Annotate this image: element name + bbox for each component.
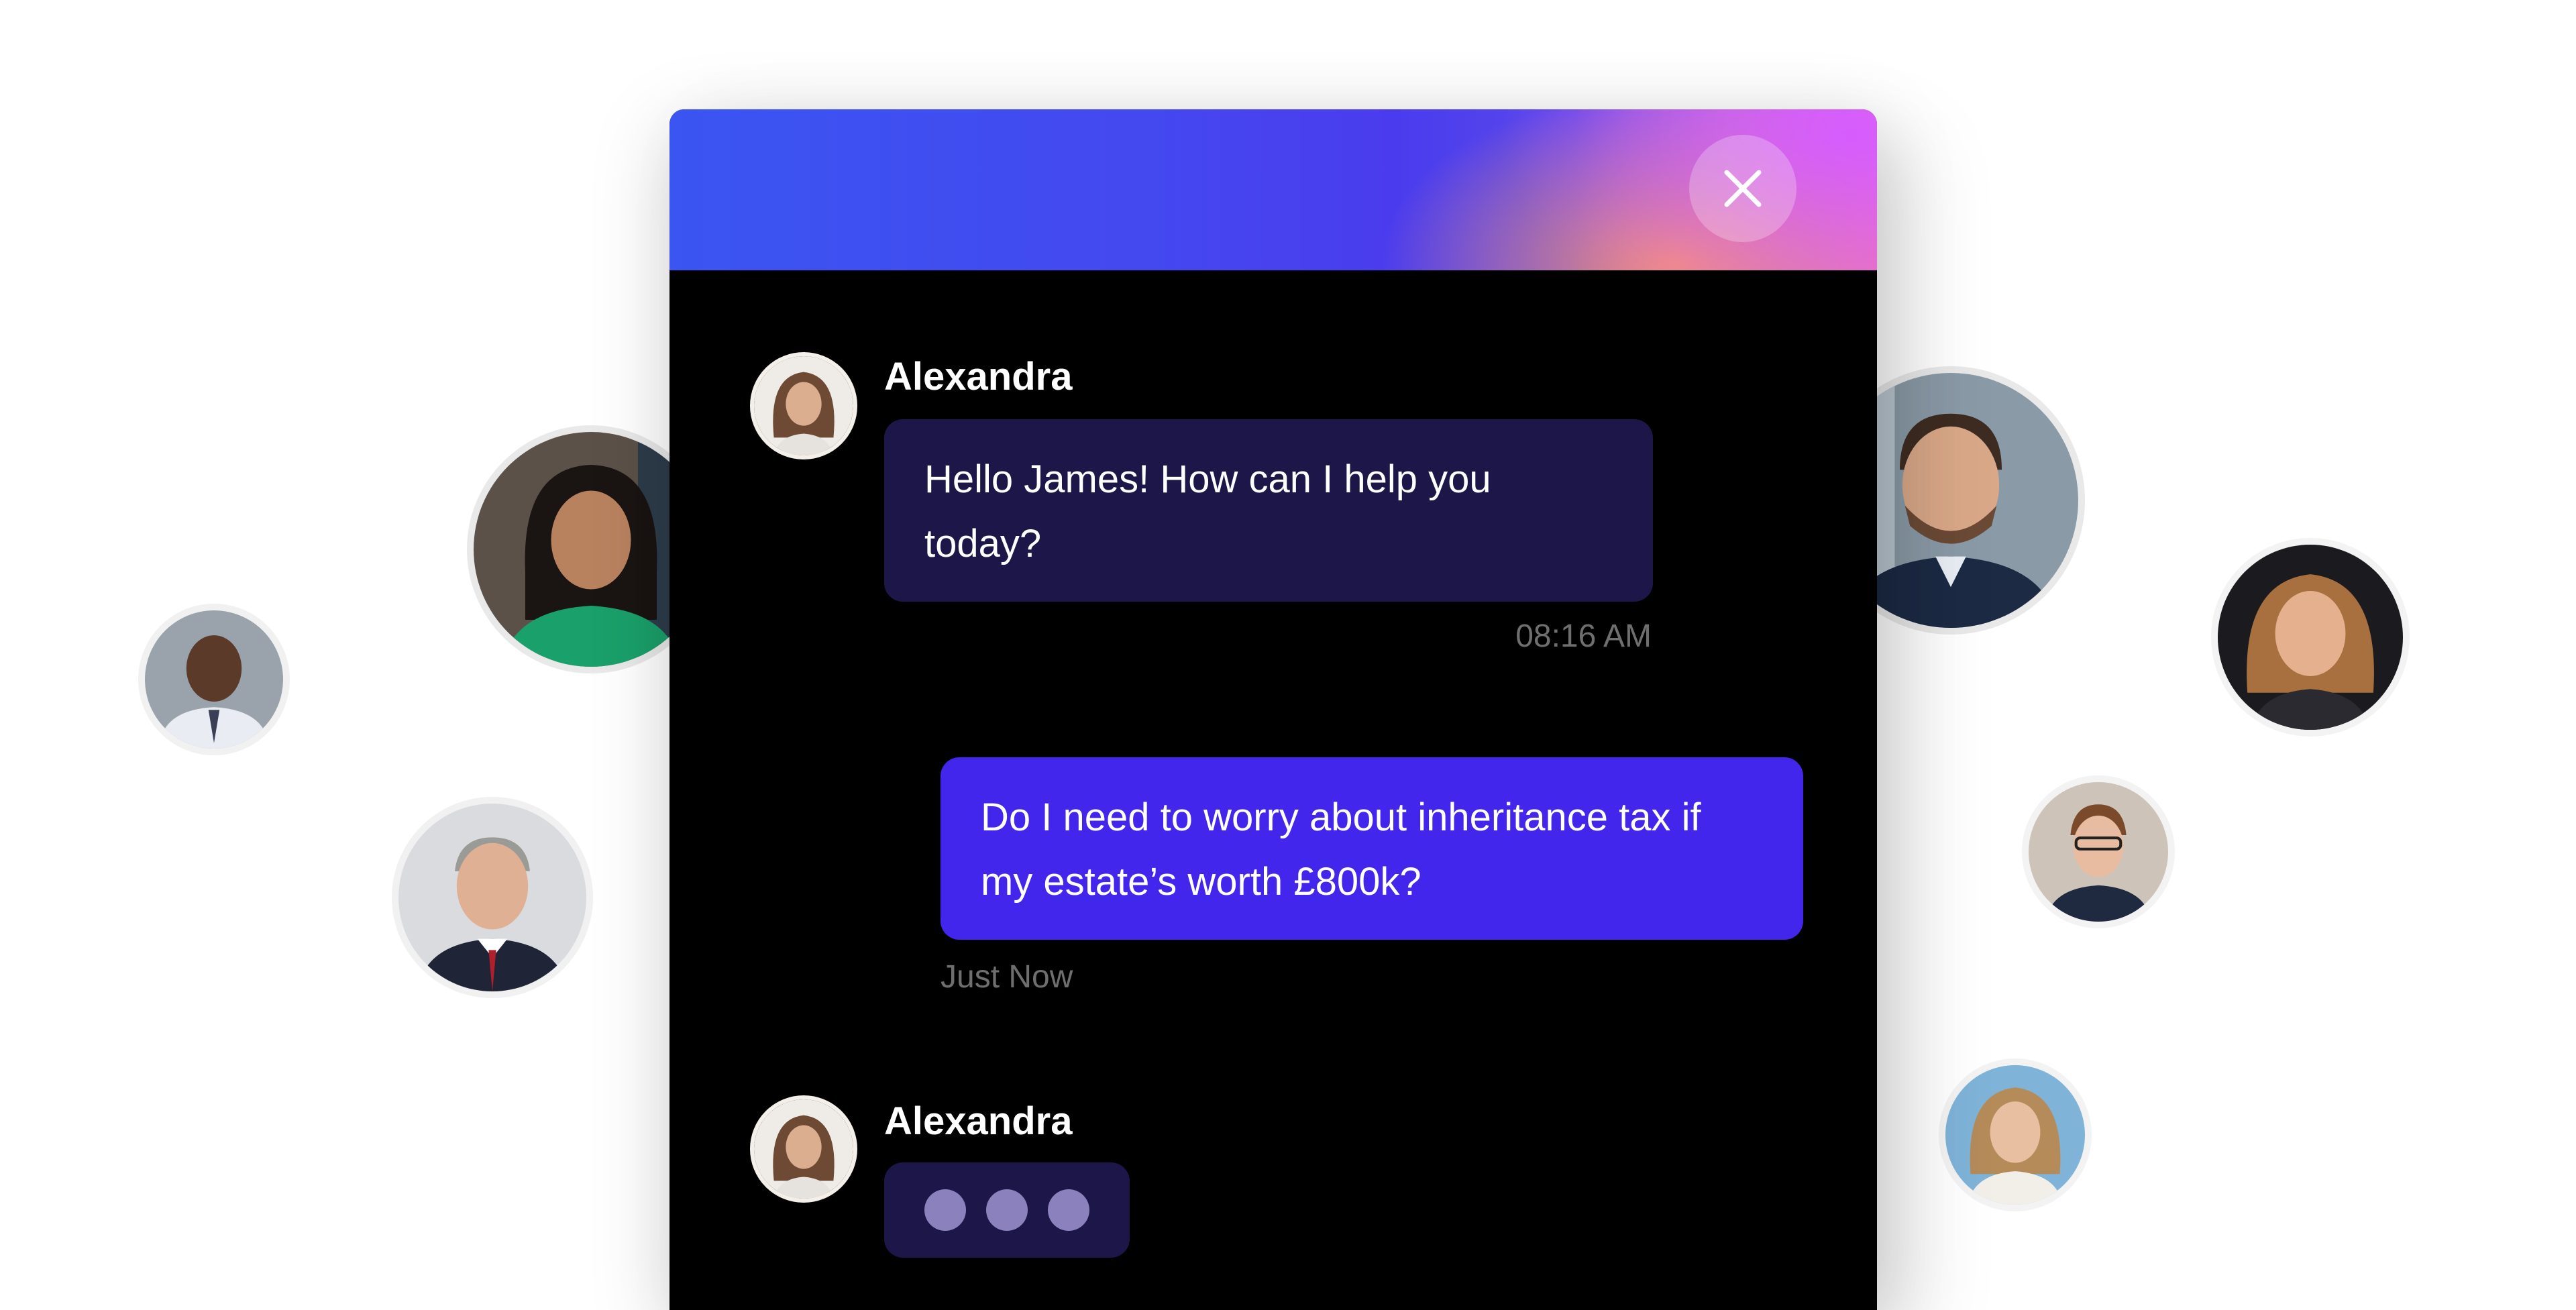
close-button[interactable] (1689, 135, 1796, 242)
agent-avatar (750, 1095, 857, 1203)
person-portrait-icon (754, 1099, 853, 1199)
floating-avatar-woman-right-bottom (1939, 1058, 2092, 1211)
person-portrait-icon (398, 804, 586, 991)
message-text: Hello James! How can I help you today? (924, 457, 1491, 565)
floating-avatar-man-left-mid (392, 797, 593, 998)
floating-avatar-man-left-small (138, 604, 290, 755)
sender-name: Alexandra (884, 355, 1073, 398)
message-timestamp: 08:16 AM (1515, 618, 1652, 654)
typing-dot (986, 1189, 1028, 1231)
typing-dot (1048, 1189, 1089, 1231)
agent-message-bubble: Hello James! How can I help you today? (884, 419, 1653, 602)
floating-avatar-woman-right-top (2211, 538, 2410, 736)
message-text: Do I need to worry about inheritance tax… (981, 796, 1701, 904)
typing-indicator (884, 1162, 1130, 1258)
floating-avatar-man-right-small (2022, 775, 2175, 928)
agent-avatar (750, 352, 857, 459)
chat-window: Alexandra Hello James! How can I help yo… (669, 109, 1877, 1310)
user-message-bubble: Do I need to worry about inheritance tax… (941, 757, 1803, 940)
person-portrait-icon (754, 356, 853, 455)
message-timestamp: Just Now (941, 959, 1073, 995)
sender-name: Alexandra (884, 1099, 1073, 1143)
typing-dot (924, 1189, 966, 1231)
chat-header (669, 109, 1877, 270)
person-portrait-icon (1945, 1065, 2085, 1205)
person-portrait-icon (2029, 782, 2168, 922)
person-portrait-icon (145, 610, 283, 749)
close-icon (1724, 170, 1762, 207)
person-portrait-icon (2218, 545, 2403, 730)
